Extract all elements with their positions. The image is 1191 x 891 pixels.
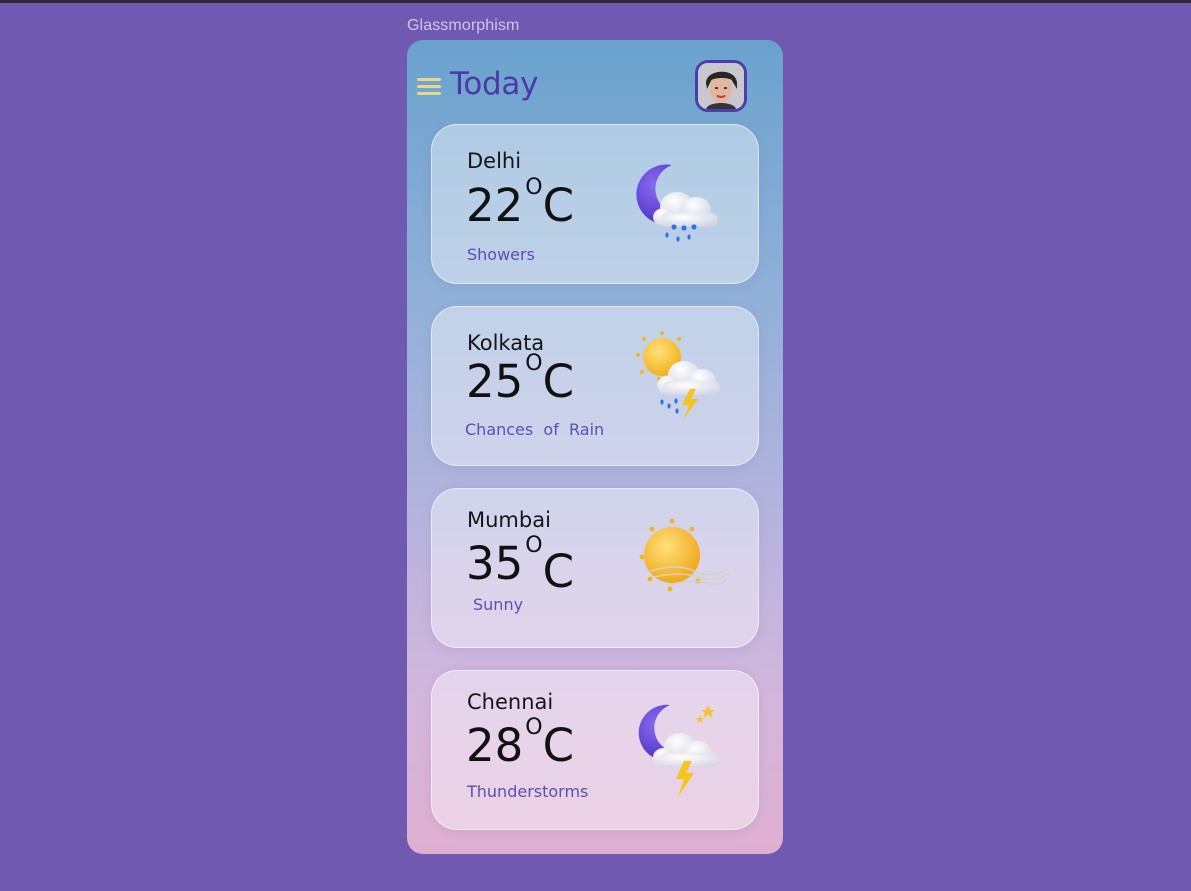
moon-cloud-thunder-icon [638,704,720,797]
user-avatar[interactable] [695,60,747,112]
temperature-unit: C [542,355,575,408]
degree-symbol: O [525,533,543,558]
temperature-unit: C [542,545,575,598]
degree-symbol: O [525,175,543,200]
weather-card-kolkata[interactable]: Kolkata 25OC Chances of Rain [431,306,759,466]
weather-condition: Chances of Rain [465,420,605,439]
temperature-unit: C [542,179,575,232]
sun-wind-icon [639,518,731,592]
city-name: Delhi [467,149,522,173]
phone-frame: Today Delhi 22OC Showers Kolkata 25OC Ch… [407,40,783,854]
temperature: 22OC [466,177,574,229]
degree-symbol: O [525,351,543,376]
hamburger-menu-icon[interactable] [417,78,442,98]
window-top-strip [0,0,1191,3]
city-name: Mumbai [467,508,551,532]
weather-card-chennai[interactable]: Chennai 28OC Thunderstorms [431,670,759,830]
weather-card-mumbai[interactable]: Mumbai 35OC Sunny [431,488,759,648]
weather-condition: Sunny [473,595,524,614]
temperature-unit: C [542,719,575,772]
temperature: 35OC [466,535,574,595]
temperature-value: 25 [466,355,524,408]
page-title: Today [450,66,539,102]
temperature-value: 35 [466,537,524,590]
frame-label: Glassmorphism [407,17,520,34]
temperature-value: 22 [466,179,524,232]
avatar-portrait-icon [698,63,744,109]
weather-condition: Thunderstorms [467,782,589,801]
city-name: Chennai [467,690,554,714]
sun-cloud-thunder-rain-icon [636,331,720,419]
moon-cloud-rain-icon [636,164,718,242]
weather-card-delhi[interactable]: Delhi 22OC Showers [431,124,759,284]
temperature: 28OC [466,717,574,769]
temperature-value: 28 [466,719,524,772]
temperature: 25OC [466,353,574,405]
weather-condition: Showers [467,245,535,264]
degree-symbol: O [525,715,543,740]
